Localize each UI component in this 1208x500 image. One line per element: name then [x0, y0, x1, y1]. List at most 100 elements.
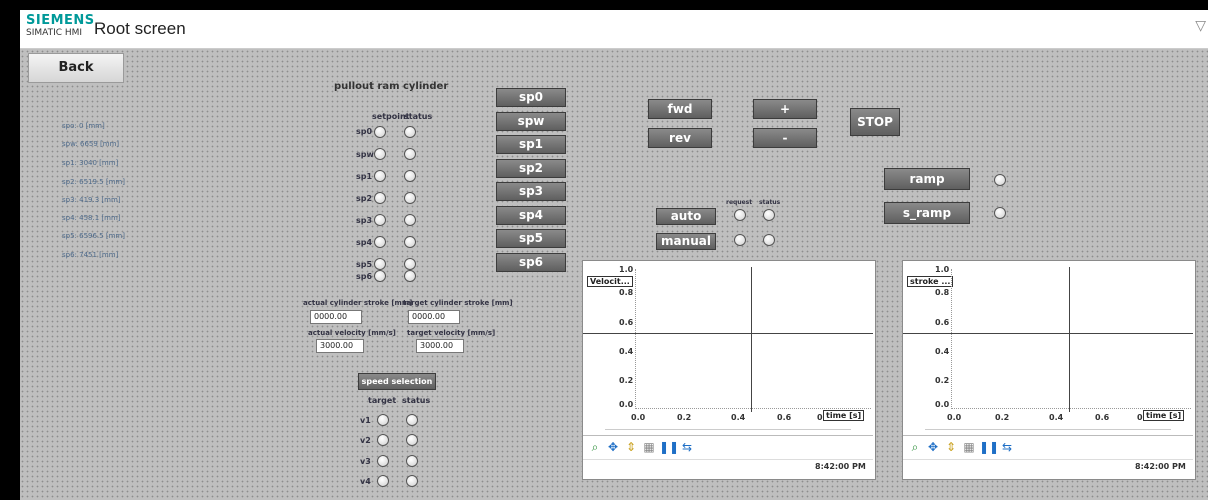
pause-icon[interactable]: ❚❚: [659, 439, 679, 455]
sp0-button[interactable]: sp0: [496, 88, 566, 107]
setpoint-led[interactable]: [374, 170, 386, 182]
target-header: target: [368, 396, 397, 405]
pause-icon[interactable]: ❚❚: [979, 439, 999, 455]
y-tick: 1.0: [619, 265, 634, 274]
info-label: spo: 0 [mm]: [62, 122, 105, 130]
hmi-screen: Back spo: 0 [mm] spw: 6659 [mm] sp1: 304…: [20, 49, 1208, 500]
status-led: [406, 475, 418, 487]
target-led[interactable]: [377, 414, 389, 426]
manual-button[interactable]: manual: [656, 233, 716, 250]
trend-tag-box[interactable]: Velocit...: [587, 276, 633, 287]
sp1-button[interactable]: sp1: [496, 135, 566, 154]
speed-selection-button[interactable]: speed selection: [358, 373, 436, 390]
zoom-icon[interactable]: ⌕: [907, 439, 923, 455]
target-led[interactable]: [377, 475, 389, 487]
fwd-button[interactable]: fwd: [648, 99, 712, 119]
y-tick: 0.6: [619, 318, 634, 327]
sp5-button[interactable]: sp5: [496, 229, 566, 248]
info-label: sp5: 6596.5 [mm]: [62, 232, 125, 240]
product-text: SIMATIC HMI: [26, 28, 83, 38]
request-header: request: [726, 199, 753, 206]
ruler-move-icon[interactable]: ⇆: [999, 439, 1015, 455]
auto-request-led: [734, 209, 746, 221]
minus-button[interactable]: -: [753, 128, 817, 148]
target-led[interactable]: [377, 434, 389, 446]
status-divider: [903, 459, 1193, 460]
time-axis-label[interactable]: time [s]: [1143, 410, 1185, 421]
speed-row-label: v2: [360, 436, 371, 445]
info-label: sp3: 419.3 [mm]: [62, 196, 121, 204]
status-led: [404, 258, 416, 270]
setpoint-led[interactable]: [374, 126, 386, 138]
actual-stroke-field: 0000.00: [310, 310, 362, 324]
setpoint-led[interactable]: [374, 270, 386, 282]
target-led[interactable]: [377, 455, 389, 467]
back-button[interactable]: Back: [28, 53, 124, 83]
target-velocity-field[interactable]: 3000.00: [416, 339, 464, 353]
status-led: [404, 236, 416, 248]
status-led: [406, 434, 418, 446]
y-tick: 0.0: [619, 400, 634, 409]
ruler-icon[interactable]: ⇕: [623, 439, 639, 455]
y-tick: 0.4: [935, 347, 950, 356]
actual-stroke-label: actual cylinder stroke [mm]: [303, 299, 413, 307]
time-axis-label[interactable]: time [s]: [823, 410, 865, 421]
scrollbar[interactable]: [605, 429, 851, 430]
sp4-button[interactable]: sp4: [496, 206, 566, 225]
stop-button[interactable]: STOP: [850, 108, 900, 136]
chevron-down-icon[interactable]: ▽: [1195, 18, 1206, 34]
setpoint-led[interactable]: [374, 148, 386, 160]
target-stroke-field[interactable]: 0000.00: [408, 310, 460, 324]
setpoint-led[interactable]: [374, 236, 386, 248]
sp2-button[interactable]: sp2: [496, 159, 566, 178]
screen-title: Root screen: [94, 19, 186, 38]
status-led: [404, 148, 416, 160]
hmi-header: SIEMENS SIMATIC HMI Root screen ▽: [20, 10, 1208, 49]
spw-button[interactable]: spw: [496, 112, 566, 131]
x-tick: 0.4: [731, 413, 746, 422]
cursor-vertical: [751, 267, 752, 412]
table-icon[interactable]: ▦: [641, 439, 657, 455]
rev-button[interactable]: rev: [648, 128, 712, 148]
stroke-trend[interactable]: stroke ... 1.0 0.8 0.6 0.4 0.2 0.0 0.0 0…: [902, 260, 1196, 480]
status-header: status: [402, 396, 431, 405]
sp6-button[interactable]: sp6: [496, 253, 566, 272]
ruler-icon[interactable]: ⇕: [943, 439, 959, 455]
status-led: [406, 414, 418, 426]
y-tick: 0.0: [935, 400, 950, 409]
plus-button[interactable]: +: [753, 99, 817, 119]
row-label: sp2: [356, 194, 373, 203]
table-icon[interactable]: ▦: [961, 439, 977, 455]
status-led: [404, 170, 416, 182]
y-tick: 0.2: [619, 376, 634, 385]
info-label: sp2: 6519.5 [mm]: [62, 178, 125, 186]
target-stroke-label: target cylinder stroke [mm]: [403, 299, 513, 307]
sp3-button[interactable]: sp3: [496, 182, 566, 201]
zoom-icon[interactable]: ⌕: [587, 439, 603, 455]
move-icon[interactable]: ✥: [605, 439, 621, 455]
move-icon[interactable]: ✥: [925, 439, 941, 455]
info-label: sp6: 7451 [mm]: [62, 251, 119, 259]
brand-text: SIEMENS: [26, 13, 95, 28]
actual-velocity-field: 3000.00: [316, 339, 364, 353]
cylinder-title: pullout ram cylinder: [334, 81, 449, 92]
window-topbar: [0, 0, 1208, 10]
trend-tag-box[interactable]: stroke ...: [907, 276, 954, 287]
setpoint-led[interactable]: [374, 258, 386, 270]
ruler-move-icon[interactable]: ⇆: [679, 439, 695, 455]
ramp-button[interactable]: ramp: [884, 168, 970, 190]
scrollbar[interactable]: [925, 429, 1171, 430]
setpoint-led[interactable]: [374, 192, 386, 204]
x-tick: 0.6: [777, 413, 792, 422]
s-ramp-button[interactable]: s_ramp: [884, 202, 970, 224]
x-tick: 0.0: [947, 413, 962, 422]
status-led: [404, 270, 416, 282]
target-velocity-label: target velocity [mm/s]: [407, 329, 496, 337]
x-tick: 0.2: [995, 413, 1010, 422]
velocity-trend[interactable]: Velocit... 1.0 0.8 0.6 0.4 0.2 0.0 0.0 0…: [582, 260, 876, 480]
auto-button[interactable]: auto: [656, 208, 716, 225]
setpoint-led[interactable]: [374, 214, 386, 226]
status-header: status: [759, 199, 781, 206]
x-tick: 0.2: [677, 413, 692, 422]
x-tick: 0.0: [631, 413, 646, 422]
